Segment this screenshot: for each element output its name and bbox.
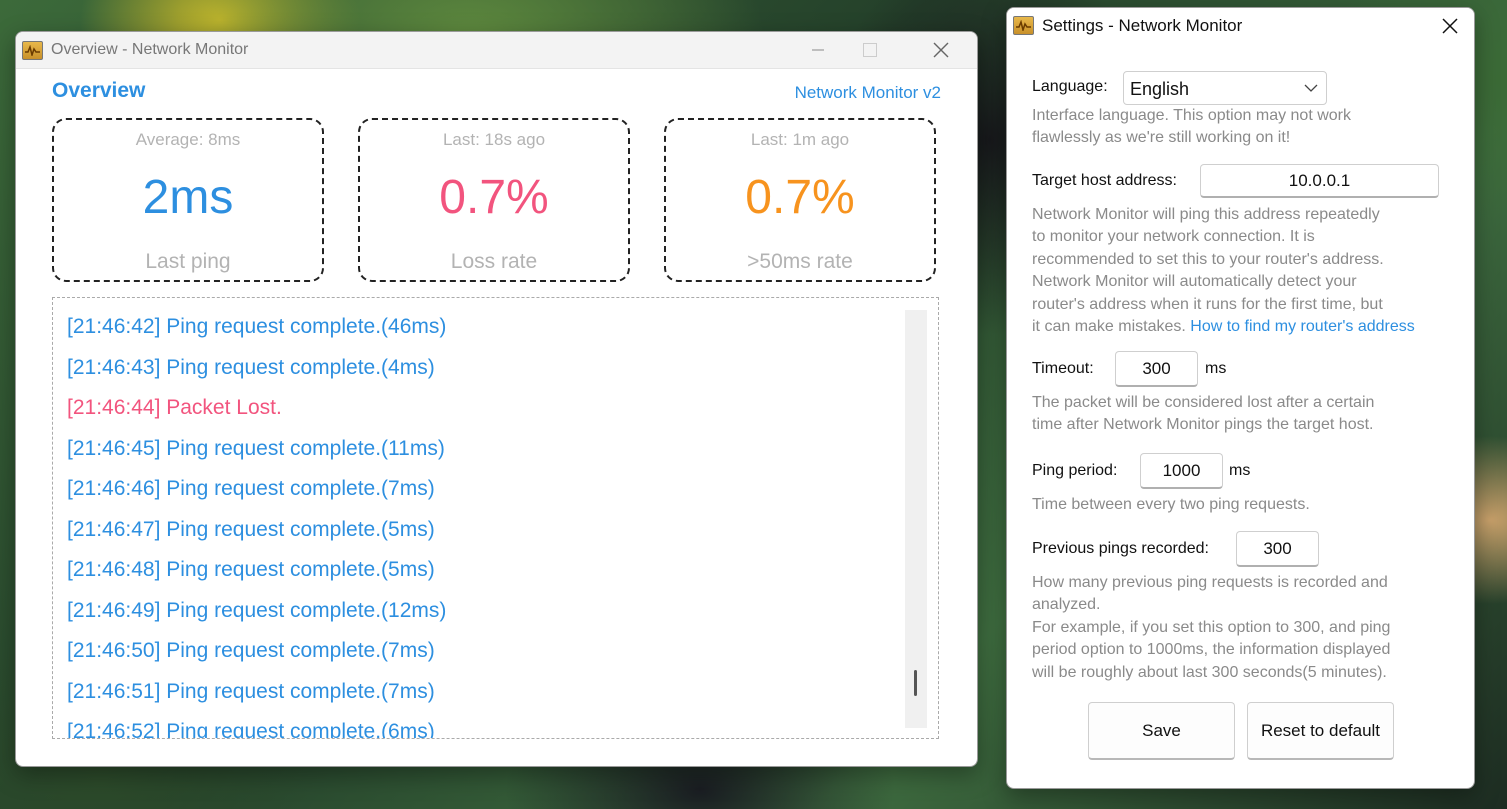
loss-rate-card: Last: 18s ago 0.7% Loss rate — [358, 118, 630, 282]
timeout-unit: ms — [1205, 360, 1227, 377]
save-button[interactable]: Save — [1088, 702, 1235, 760]
log-line: [21:46:45] Ping request complete.(11ms) — [67, 437, 445, 460]
window-title: Overview - Network Monitor — [51, 41, 249, 58]
log-line: [21:46:51] Ping request complete.(7ms) — [67, 680, 435, 703]
card-subtitle: Last: 1m ago — [750, 130, 850, 149]
card-value: 2ms — [142, 171, 234, 224]
close-icon — [933, 42, 949, 58]
language-description: Interface language. This option may not … — [1032, 107, 1351, 147]
last-ping-card: Average: 8ms 2ms Last ping — [52, 118, 324, 282]
close-button[interactable] — [918, 32, 964, 68]
previous-pings-label: Previous pings recorded: — [1032, 540, 1209, 557]
timeout-input[interactable]: 300 — [1115, 351, 1198, 387]
language-value: English — [1130, 79, 1190, 99]
window-title: Settings - Network Monitor — [1042, 15, 1243, 35]
log-line: [21:46:52] Ping request complete.(6ms) — [67, 720, 435, 739]
ping-period-input[interactable]: 1000 — [1140, 453, 1223, 489]
overview-window: Overview - Network Monitor Overview Netw… — [15, 31, 978, 767]
maximize-button[interactable] — [847, 32, 893, 68]
card-value: 0.7% — [745, 171, 855, 224]
log-line: [21:46:46] Ping request complete.(7ms) — [67, 477, 435, 500]
router-address-help-link[interactable]: How to find my router's address — [1190, 318, 1414, 335]
timeout-description: The packet will be considered lost after… — [1032, 394, 1375, 434]
settings-window: Settings - Network Monitor Language: Eng… — [1006, 7, 1475, 789]
card-label: Loss rate — [450, 250, 538, 273]
log-line: [21:46:44] Packet Lost. — [67, 396, 282, 419]
high-latency-card: Last: 1m ago 0.7% >50ms rate — [664, 118, 936, 282]
overview-heading: Overview — [52, 79, 146, 102]
log-line: [21:46:49] Ping request complete.(12ms) — [67, 599, 447, 622]
timeout-label: Timeout: — [1032, 360, 1094, 377]
card-label: Last ping — [145, 250, 231, 273]
language-select[interactable]: English — [1123, 71, 1327, 105]
app-icon — [1013, 16, 1034, 35]
target-host-label: Target host address: — [1032, 172, 1177, 189]
card-subtitle: Average: 8ms — [135, 130, 241, 149]
version-label: Network Monitor v2 — [794, 83, 941, 102]
scrollbar-thumb[interactable] — [914, 670, 917, 696]
ping-period-description: Time between every two ping requests. — [1032, 496, 1310, 513]
ping-period-unit: ms — [1229, 462, 1251, 479]
ping-log[interactable]: [21:46:42] Ping request complete.(46ms) … — [52, 297, 939, 739]
log-line: [21:46:50] Ping request complete.(7ms) — [67, 639, 435, 662]
target-host-input[interactable]: 10.0.0.1 — [1200, 164, 1439, 198]
target-host-description: Network Monitor will ping this address r… — [1032, 206, 1415, 336]
card-value: 0.7% — [439, 171, 549, 224]
card-label: >50ms rate — [747, 250, 853, 273]
reset-to-default-button[interactable]: Reset to default — [1247, 702, 1394, 760]
settings-titlebar[interactable]: Settings - Network Monitor — [1007, 8, 1474, 43]
log-line: [21:46:42] Ping request complete.(46ms) — [67, 315, 447, 338]
overview-titlebar[interactable]: Overview - Network Monitor — [16, 32, 977, 69]
previous-pings-description: How many previous ping requests is recor… — [1032, 574, 1391, 681]
log-line: [21:46:43] Ping request complete.(4ms) — [67, 356, 435, 379]
minimize-button[interactable] — [795, 32, 841, 68]
previous-pings-input[interactable]: 300 — [1236, 531, 1319, 567]
log-scrollbar[interactable] — [905, 310, 927, 728]
close-icon — [1442, 18, 1458, 34]
app-icon — [22, 40, 43, 60]
ping-period-label: Ping period: — [1032, 462, 1118, 479]
log-line: [21:46:48] Ping request complete.(5ms) — [67, 558, 435, 581]
language-label: Language: — [1032, 78, 1108, 95]
log-line: [21:46:47] Ping request complete.(5ms) — [67, 518, 435, 541]
card-subtitle: Last: 18s ago — [442, 130, 546, 149]
chevron-down-icon — [1304, 84, 1318, 92]
close-button[interactable] — [1427, 8, 1473, 44]
